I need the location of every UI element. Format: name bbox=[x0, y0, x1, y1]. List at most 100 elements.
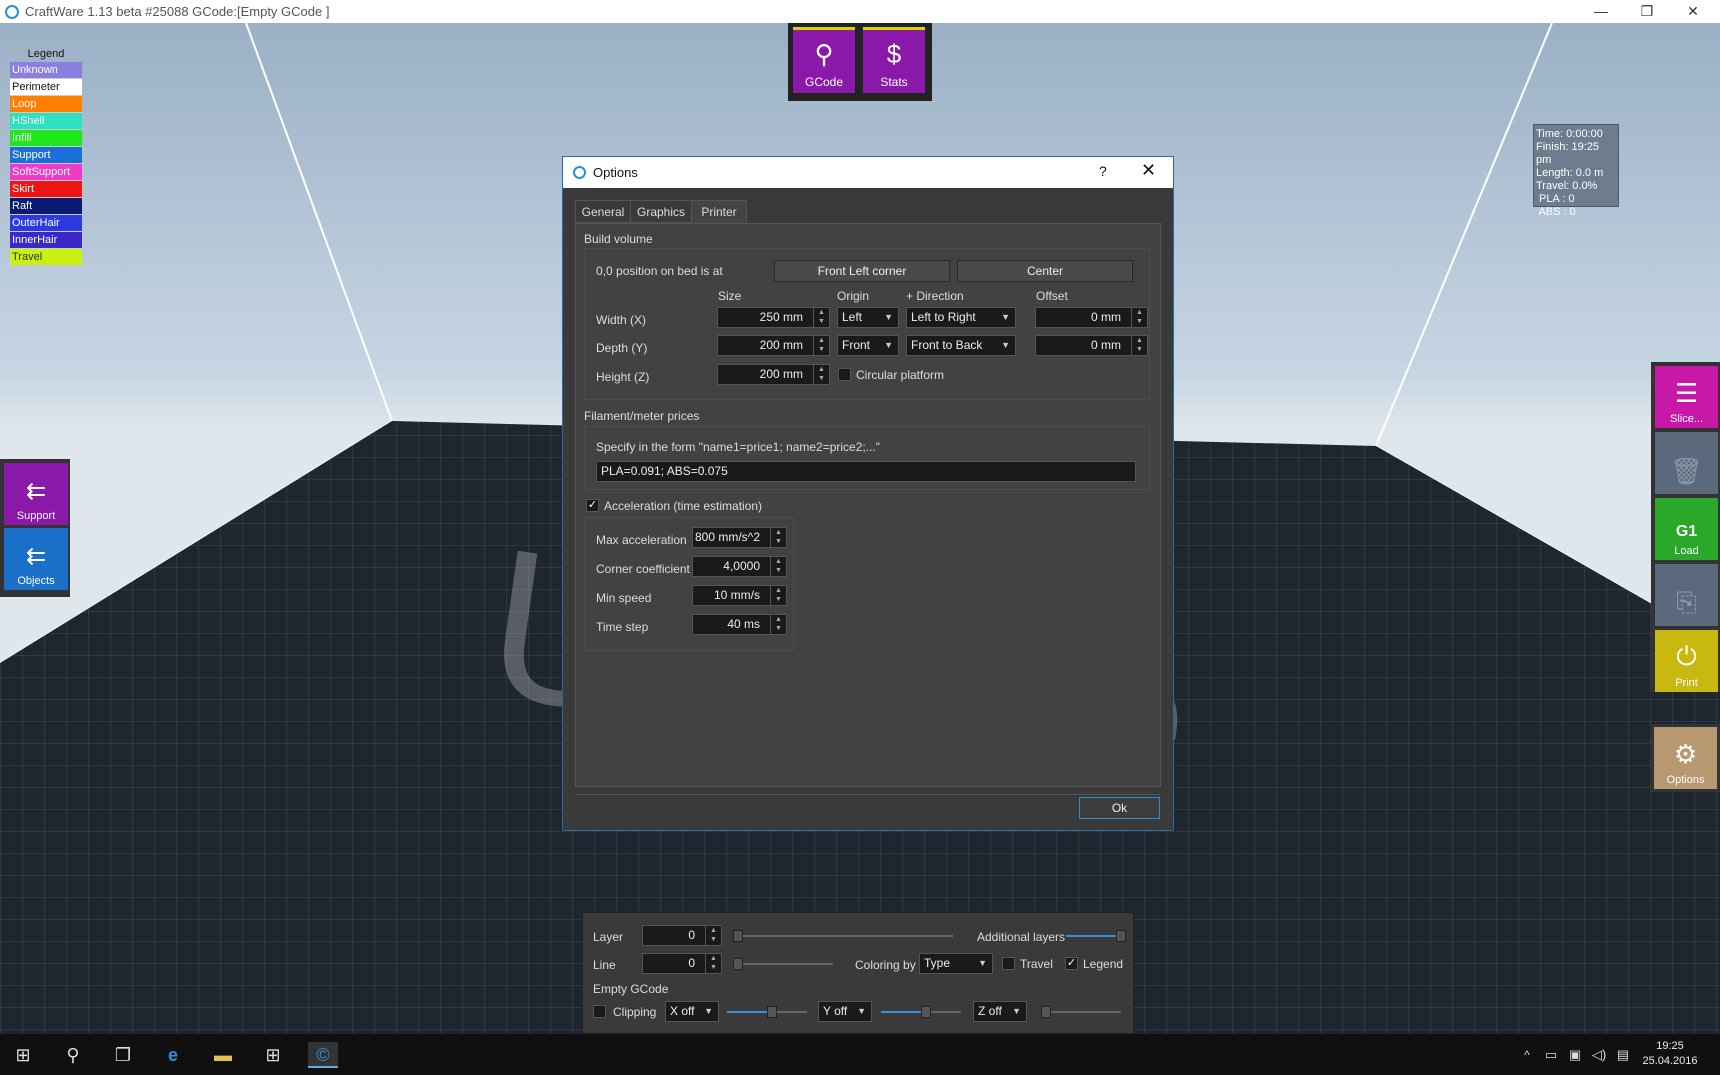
tab-printer[interactable]: Printer bbox=[691, 200, 747, 223]
layer-slider-handle[interactable] bbox=[733, 930, 743, 942]
coloring-by-select[interactable]: Type ▼ bbox=[919, 953, 993, 974]
dialog-close-button[interactable]: ✕ bbox=[1141, 160, 1156, 181]
x-clip-select[interactable]: X off ▼ bbox=[665, 1001, 719, 1022]
slice-button[interactable]: ☰ Slice... bbox=[1655, 366, 1718, 428]
stats-finish: Finish: 19:25 pm bbox=[1536, 141, 1599, 166]
travel-label: Travel bbox=[1020, 957, 1053, 971]
coloring-by-label: Coloring by bbox=[855, 958, 916, 972]
corner-coefficient-input[interactable]: 4,0000 ▲ ▼ bbox=[692, 556, 787, 577]
ok-button[interactable]: Ok bbox=[1079, 797, 1160, 819]
direction-header: + Direction bbox=[906, 289, 964, 303]
craftware-taskbar-icon[interactable]: © bbox=[308, 1042, 338, 1068]
additional-layers-handle[interactable] bbox=[1116, 930, 1126, 942]
tab-graphics[interactable]: Graphics bbox=[630, 200, 692, 223]
layer-value: 0 bbox=[688, 928, 695, 942]
z-clip-select[interactable]: Z off ▼ bbox=[973, 1001, 1027, 1022]
width-offset-input[interactable]: 0 mm ▲ ▼ bbox=[1035, 307, 1148, 328]
x-clip-handle[interactable] bbox=[767, 1006, 777, 1018]
width-direction-select[interactable]: Left to Right ▼ bbox=[906, 307, 1016, 328]
maximize-button[interactable]: ❐ bbox=[1624, 0, 1670, 23]
depth-origin-select[interactable]: Front ▼ bbox=[837, 335, 899, 356]
help-icon[interactable]: ? bbox=[1099, 163, 1107, 179]
dialog-title: Options bbox=[593, 165, 638, 180]
notifications-icon[interactable]: ▤ bbox=[1608, 1042, 1638, 1068]
max-acceleration-input[interactable]: 800 mm/s^2 ▲ ▼ bbox=[692, 527, 787, 548]
depth-y-input[interactable]: 200 mm ▲ ▼ bbox=[717, 335, 830, 356]
delete-button[interactable]: 🗑 bbox=[1655, 432, 1718, 494]
acceleration-checkbox[interactable]: ✓ bbox=[586, 499, 599, 512]
spin-arrows-icon[interactable]: ▲ ▼ bbox=[705, 954, 721, 973]
legend-checkbox[interactable]: ✓ bbox=[1065, 957, 1078, 970]
search-icon[interactable]: ⚲ bbox=[58, 1042, 88, 1068]
layer-slider[interactable] bbox=[733, 930, 953, 942]
line-slider[interactable] bbox=[733, 958, 833, 970]
tab-general[interactable]: General bbox=[575, 200, 631, 223]
line-value: 0 bbox=[688, 956, 695, 970]
y-clip-slider[interactable] bbox=[881, 1006, 961, 1018]
window-title: CraftWare 1.13 beta #25088 GCode:[Empty … bbox=[25, 4, 330, 19]
stats-abs: ABS : 0 bbox=[1536, 206, 1576, 218]
close-window-button[interactable]: ✕ bbox=[1670, 0, 1716, 23]
export-button[interactable]: ⎘ bbox=[1655, 564, 1718, 626]
additional-layers-slider[interactable] bbox=[1066, 930, 1126, 942]
spin-arrows-icon[interactable]: ▲ ▼ bbox=[813, 308, 829, 327]
size-header: Size bbox=[718, 289, 742, 303]
spin-arrows-icon[interactable]: ▲ ▼ bbox=[770, 557, 786, 576]
depth-offset-input[interactable]: 0 mm ▲ ▼ bbox=[1035, 335, 1148, 356]
spin-arrows-icon[interactable]: ▲ ▼ bbox=[1131, 336, 1147, 355]
print-button[interactable]: ⏻ Print bbox=[1655, 630, 1718, 692]
travel-checkbox[interactable] bbox=[1002, 957, 1015, 970]
support-button[interactable]: ⇇ Support bbox=[4, 463, 68, 525]
spin-arrows-icon[interactable]: ▲ ▼ bbox=[770, 528, 786, 547]
spin-arrows-icon[interactable]: ▲ ▼ bbox=[813, 336, 829, 355]
time-step-input[interactable]: 40 ms ▲ ▼ bbox=[692, 614, 787, 635]
stats-button[interactable]: $ Stats bbox=[863, 27, 925, 93]
objects-button[interactable]: ⇇ Objects bbox=[4, 528, 68, 590]
filament-prices-input[interactable]: PLA=0.091; ABS=0.075 bbox=[596, 461, 1136, 482]
minimize-button[interactable]: — bbox=[1578, 0, 1624, 23]
spin-arrows-icon[interactable]: ▲ ▼ bbox=[1131, 308, 1147, 327]
height-z-input[interactable]: 200 mm ▲ ▼ bbox=[717, 364, 830, 385]
spin-arrows-icon[interactable]: ▲ ▼ bbox=[813, 365, 829, 384]
offset-header: Offset bbox=[1036, 289, 1068, 303]
front-left-corner-button[interactable]: Front Left corner bbox=[774, 260, 950, 282]
y-clip-handle[interactable] bbox=[921, 1006, 931, 1018]
chevron-down-icon: ▼ bbox=[978, 958, 987, 968]
depth-origin-value: Front bbox=[842, 338, 871, 352]
z-clip-slider[interactable] bbox=[1041, 1006, 1121, 1018]
load-button[interactable]: G1 Load bbox=[1655, 498, 1718, 560]
g1-file-icon: G1 bbox=[1675, 523, 1698, 540]
depth-direction-select[interactable]: Front to Back ▼ bbox=[906, 335, 1016, 356]
task-view-icon[interactable]: ❐ bbox=[108, 1042, 138, 1068]
line-input[interactable]: 0 ▲ ▼ bbox=[642, 953, 722, 974]
y-clip-value: Y off bbox=[823, 1004, 848, 1018]
clipping-checkbox[interactable] bbox=[593, 1005, 606, 1018]
dialog-app-icon bbox=[573, 166, 586, 179]
circular-platform-checkbox[interactable] bbox=[838, 368, 851, 381]
x-clip-slider[interactable] bbox=[727, 1006, 807, 1018]
line-slider-handle[interactable] bbox=[733, 958, 743, 970]
acceleration-label: Acceleration (time estimation) bbox=[604, 499, 763, 513]
chevron-down-icon: ▼ bbox=[704, 1006, 713, 1016]
min-speed-input[interactable]: 10 mm/s ▲ ▼ bbox=[692, 585, 787, 606]
taskbar-clock[interactable]: 19:25 25.04.2016 bbox=[1635, 1039, 1705, 1069]
width-x-input[interactable]: 250 mm ▲ ▼ bbox=[717, 307, 830, 328]
options-button[interactable]: ⚙ Options bbox=[1654, 727, 1717, 789]
gcode-status-label: Empty GCode bbox=[593, 982, 669, 996]
printer-icon: ⏻ bbox=[1676, 641, 1697, 671]
layer-input[interactable]: 0 ▲ ▼ bbox=[642, 925, 722, 946]
edge-browser-icon[interactable]: e bbox=[158, 1042, 188, 1068]
center-button[interactable]: Center bbox=[957, 260, 1133, 282]
clock-date: 25.04.2016 bbox=[1642, 1055, 1698, 1067]
file-explorer-icon[interactable]: ▬ bbox=[208, 1042, 238, 1068]
right-side-panel: ☰ Slice... 🗑 G1 Load ⎘ ⏻ Print bbox=[1651, 362, 1720, 692]
y-clip-select[interactable]: Y off ▼ bbox=[818, 1001, 872, 1022]
store-icon[interactable]: ⊞ bbox=[258, 1042, 288, 1068]
spin-arrows-icon[interactable]: ▲ ▼ bbox=[770, 615, 786, 634]
spin-arrows-icon[interactable]: ▲ ▼ bbox=[705, 926, 721, 945]
z-clip-handle[interactable] bbox=[1041, 1006, 1051, 1018]
gcode-button[interactable]: ⚲ GCode bbox=[793, 27, 855, 93]
windows-start-icon[interactable]: ⊞ bbox=[8, 1042, 38, 1068]
width-origin-select[interactable]: Left ▼ bbox=[837, 307, 899, 328]
spin-arrows-icon[interactable]: ▲ ▼ bbox=[770, 586, 786, 605]
